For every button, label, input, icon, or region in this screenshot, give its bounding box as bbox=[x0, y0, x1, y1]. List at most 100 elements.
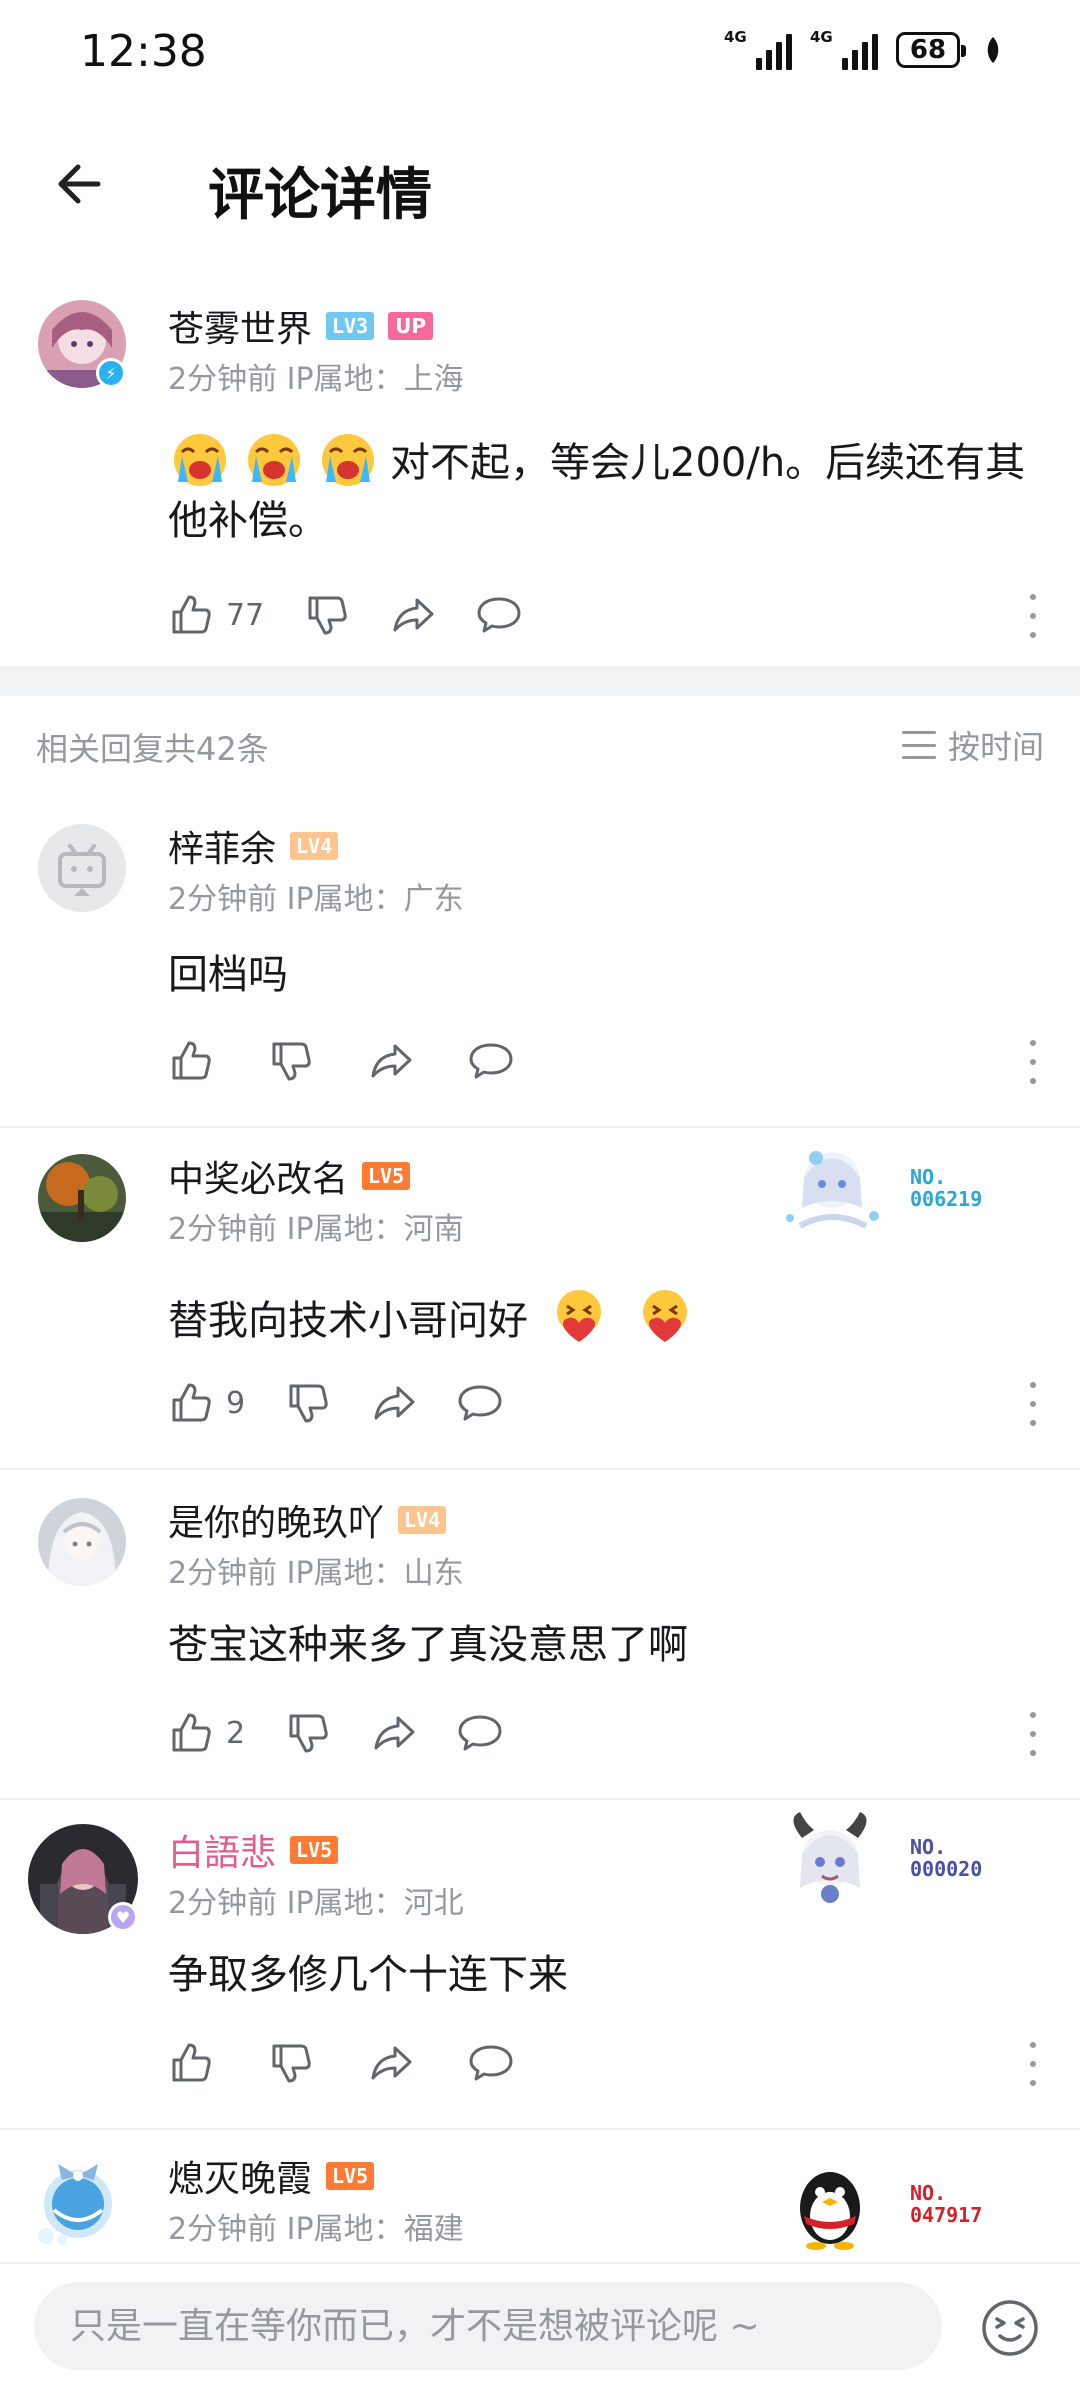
section-divider bbox=[0, 666, 1080, 696]
ip-location: IP属地：河南 bbox=[286, 1212, 464, 1247]
avatar[interactable] bbox=[38, 1154, 126, 1242]
like-button[interactable]: 77 bbox=[168, 592, 264, 638]
like-button[interactable] bbox=[168, 2040, 214, 2086]
more-icon[interactable] bbox=[1028, 594, 1038, 638]
more-icon[interactable] bbox=[1028, 1040, 1038, 1084]
share-icon bbox=[374, 1386, 415, 1420]
username[interactable]: 苍雾世界 bbox=[168, 300, 312, 352]
dislike-button[interactable] bbox=[285, 1380, 331, 1426]
battery-icon: 68 bbox=[896, 32, 966, 68]
ip-location: IP属地：河北 bbox=[286, 1886, 464, 1921]
username[interactable]: 梓菲余 bbox=[168, 820, 276, 872]
comment-body: 替我向技术小哥问好 bbox=[168, 1298, 528, 1344]
reply-button[interactable] bbox=[457, 1380, 503, 1426]
fan-badge[interactable]: NO. 006219 bbox=[770, 1138, 1040, 1238]
like-button[interactable] bbox=[168, 1038, 214, 1084]
share-button[interactable] bbox=[390, 592, 436, 638]
comment-author[interactable]: 梓菲余 LV4 bbox=[168, 820, 339, 872]
like-icon bbox=[172, 1383, 211, 1422]
like-button[interactable]: 2 bbox=[168, 1710, 245, 1756]
like-button[interactable]: 9 bbox=[168, 1380, 245, 1426]
reply-input[interactable] bbox=[34, 2282, 942, 2370]
comment-author[interactable]: 中奖必改名 LV5 bbox=[168, 1150, 411, 1202]
comment-time: 2分钟前 bbox=[168, 1886, 278, 1921]
fan-badge[interactable]: NO. 047917 bbox=[770, 2154, 1040, 2254]
verified-icon: ⚡ bbox=[96, 358, 126, 388]
more-icon[interactable] bbox=[1028, 1712, 1038, 1756]
comment-author[interactable]: 是你的晚玖吖 LV4 bbox=[168, 1494, 447, 1546]
page-header: 评论详情 bbox=[0, 120, 1080, 250]
dislike-button[interactable] bbox=[304, 592, 350, 638]
comment-meta: 2分钟前 IP属地：广东 bbox=[168, 874, 464, 918]
comment-icon bbox=[469, 2045, 513, 2081]
reply-button[interactable] bbox=[468, 1038, 514, 1084]
comment-actions: 2 bbox=[168, 1708, 543, 1758]
fan-number-prefix: NO. bbox=[910, 1835, 947, 1859]
dislike-button[interactable] bbox=[268, 1038, 314, 1084]
network-type-label: 4G bbox=[810, 28, 833, 46]
fan-badge-art-icon bbox=[793, 1812, 867, 1903]
divider bbox=[0, 1126, 1080, 1128]
comment-time: 2分钟前 bbox=[168, 362, 278, 397]
avatar[interactable] bbox=[38, 824, 126, 912]
comment-time: 2分钟前 bbox=[168, 2212, 278, 2247]
username[interactable]: 白語悲 bbox=[168, 1824, 276, 1876]
battery-level: 68 bbox=[909, 35, 947, 65]
comment-actions: 77 bbox=[168, 590, 562, 640]
ip-location: IP属地：广东 bbox=[286, 882, 464, 917]
up-badge: UP bbox=[388, 312, 434, 340]
share-button[interactable] bbox=[368, 2040, 414, 2086]
comment-text: 苍宝这种来多了真没意思了啊 bbox=[168, 1622, 688, 1668]
signal-icon: 4G bbox=[810, 30, 878, 70]
fan-badge[interactable]: NO. 000020 bbox=[770, 1808, 1040, 1908]
comment-text: 争取多修几个十连下来 bbox=[168, 1952, 568, 1998]
reply-item: 中奖必改名 LV5 NO. 006219 2分钟前 IP属地：河南 替我向技术小… bbox=[0, 1150, 1080, 1468]
like-count: 9 bbox=[226, 1385, 246, 1421]
comment-meta: 2分钟前 IP属地：山东 bbox=[168, 1548, 464, 1592]
reply-button[interactable] bbox=[468, 2040, 514, 2086]
comment-author[interactable]: 苍雾世界 LV3 UP bbox=[168, 300, 434, 352]
comment-actions: 9 bbox=[168, 1378, 543, 1428]
sort-label: 按时间 bbox=[947, 728, 1044, 766]
comment-meta: 2分钟前 IP属地：上海 bbox=[168, 354, 464, 398]
fan-number: NO. 047917 bbox=[910, 2182, 982, 2226]
more-icon[interactable] bbox=[1028, 1382, 1038, 1426]
like-count: 77 bbox=[226, 597, 265, 633]
emoji-icon[interactable] bbox=[980, 2298, 1040, 2358]
reply-button[interactable] bbox=[476, 592, 522, 638]
like-icon bbox=[172, 1713, 211, 1752]
hug-emoji-icon bbox=[556, 1290, 601, 1342]
like-icon bbox=[172, 595, 211, 634]
comment-icon bbox=[458, 1715, 502, 1751]
share-button[interactable] bbox=[371, 1710, 417, 1756]
username[interactable]: 是你的晚玖吖 bbox=[168, 1494, 384, 1546]
reply-button[interactable] bbox=[457, 1710, 503, 1756]
comment-author[interactable]: 白語悲 LV5 bbox=[168, 1824, 339, 1876]
avatar[interactable] bbox=[38, 1498, 126, 1586]
comment-actions bbox=[168, 2038, 554, 2088]
replies-count: 相关回复共42条 bbox=[36, 730, 269, 768]
divider bbox=[0, 2128, 1080, 2130]
sort-icon bbox=[901, 731, 936, 759]
username[interactable]: 中奖必改名 bbox=[168, 1150, 348, 1202]
back-arrow-icon[interactable] bbox=[50, 154, 110, 214]
fan-badge-art-icon bbox=[786, 1151, 879, 1229]
ip-location: IP属地：福建 bbox=[286, 2212, 464, 2247]
dislike-button[interactable] bbox=[268, 2040, 314, 2086]
status-time: 12:38 bbox=[80, 26, 207, 77]
share-button[interactable] bbox=[368, 1038, 414, 1084]
more-icon[interactable] bbox=[1028, 2042, 1038, 2086]
share-button[interactable] bbox=[371, 1380, 417, 1426]
share-icon bbox=[393, 598, 434, 632]
status-icons: 4G 4G 68 bbox=[724, 30, 1002, 70]
sort-button[interactable]: 按时间 bbox=[901, 722, 1044, 768]
like-icon bbox=[172, 1041, 211, 1080]
comment-author[interactable]: 熄灭晚霞 LV5 bbox=[168, 2150, 375, 2202]
leaf-icon bbox=[987, 37, 999, 63]
username[interactable]: 熄灭晚霞 bbox=[168, 2150, 312, 2202]
comment-time: 2分钟前 bbox=[168, 1556, 278, 1591]
dislike-button[interactable] bbox=[285, 1710, 331, 1756]
avatar[interactable] bbox=[28, 2150, 128, 2250]
replies-header: 相关回复共42条 按时间 bbox=[0, 700, 1080, 790]
reply-item: 熄灭晚霞 LV5 NO. 047917 2分钟前 IP属地：福建 bbox=[0, 2150, 1080, 2262]
